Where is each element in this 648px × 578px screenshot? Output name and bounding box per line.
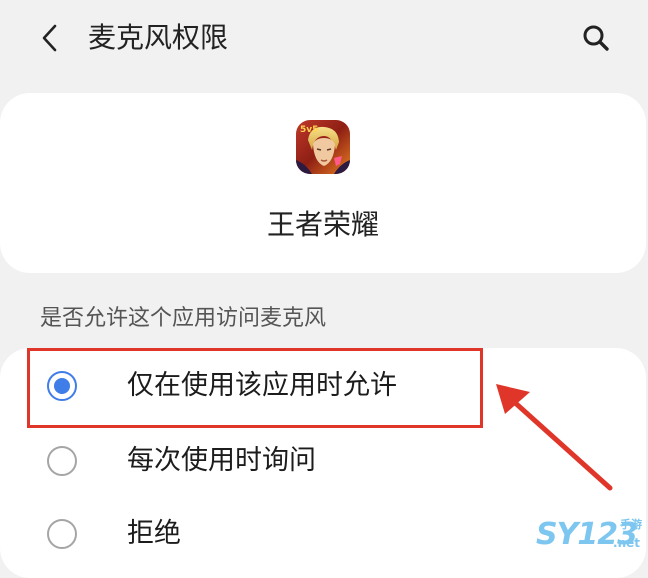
permission-question: 是否允许这个应用访问麦克风 <box>40 306 327 331</box>
page-title: 麦克风权限 <box>88 21 229 54</box>
option-label: 拒绝 <box>127 518 181 549</box>
search-button[interactable] <box>576 18 616 58</box>
radio-button[interactable] <box>47 519 77 549</box>
option-ask-every-time[interactable]: 每次使用时询问 <box>0 425 646 499</box>
top-app-bar: 麦克风权限 <box>0 0 648 80</box>
svg-text:5v5: 5v5 <box>300 125 318 135</box>
watermark-sub: 手游 <box>620 518 642 531</box>
app-info-card: 5v5 王者荣耀 <box>0 93 646 273</box>
option-label: 每次使用时询问 <box>127 445 316 476</box>
back-button[interactable] <box>30 18 70 58</box>
search-icon <box>583 25 609 51</box>
radio-button[interactable] <box>47 446 77 476</box>
chevron-left-icon <box>42 24 57 52</box>
game-app-icon: 5v5 <box>296 120 350 174</box>
app-name: 王者荣耀 <box>266 208 379 241</box>
annotation-highlight-box <box>27 348 483 428</box>
watermark: SY123 手游 .net <box>536 516 644 554</box>
watermark-domain: .net <box>613 536 640 550</box>
